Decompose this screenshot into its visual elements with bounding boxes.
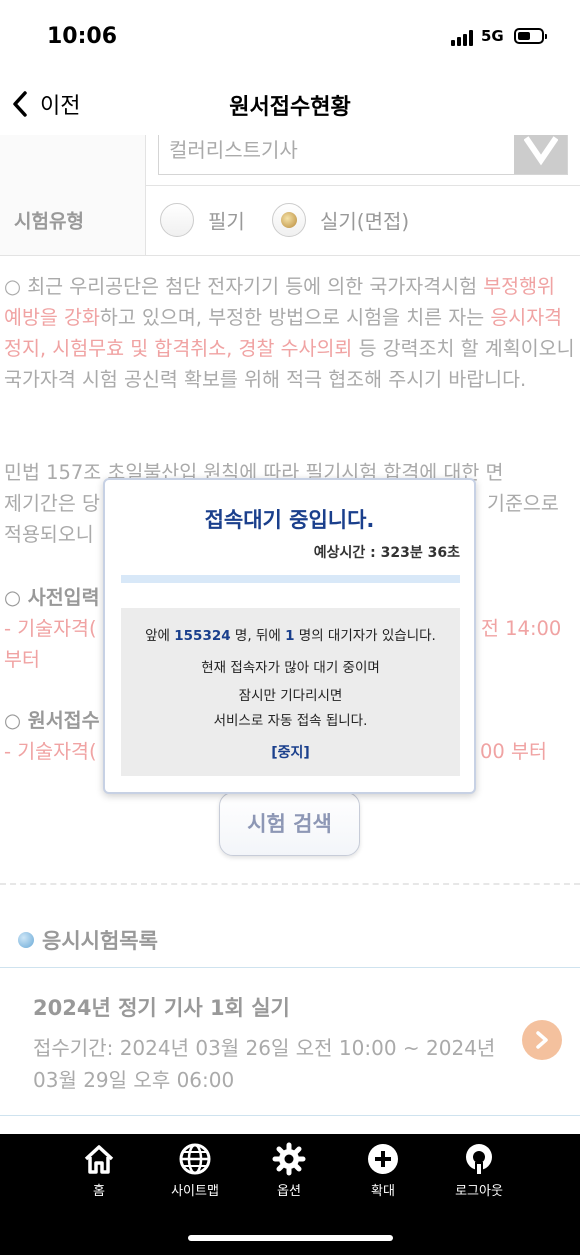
ahead-count: 155324 bbox=[174, 628, 231, 644]
exam-type-label: 시험유형 bbox=[14, 210, 84, 233]
tab-logout-label: 로그아웃 bbox=[455, 1184, 503, 1199]
bullet-icon bbox=[18, 932, 34, 948]
queue-text: 명, 뒤에 bbox=[230, 628, 286, 644]
category-label-cell bbox=[0, 135, 146, 185]
exam-search-label: 시험 검색 bbox=[247, 812, 332, 836]
radio-practical[interactable] bbox=[272, 203, 306, 237]
radio-practical-label: 실기(면접) bbox=[320, 209, 410, 234]
logout-icon bbox=[466, 1144, 492, 1174]
network-type: 5G bbox=[481, 27, 504, 45]
exam-list-item[interactable]: 2024년 정기 기사 1회 실기 접수기간: 2024년 03월 26일 오전… bbox=[0, 980, 580, 1115]
exam-list-title: 응시시험목록 bbox=[42, 929, 158, 953]
tab-zoom[interactable]: 확대 bbox=[338, 1142, 428, 1199]
tab-options[interactable]: 옵션 bbox=[244, 1142, 334, 1199]
queue-message-line: 잠시만 기다리시면 bbox=[238, 688, 343, 704]
queue-message-line: 현재 접속자가 많아 대기 중이며 bbox=[201, 660, 380, 676]
preinput-schedule: - 기술자격( bbox=[4, 617, 97, 640]
notice-line: 기준으로 bbox=[487, 492, 559, 515]
page-title: 원서접수현황 bbox=[229, 95, 351, 120]
estimated-time: 예상시간 : 323분 36초 bbox=[313, 545, 460, 561]
list-divider bbox=[0, 967, 580, 968]
exam-type-row: 시험유형 필기 실기(면접) bbox=[0, 185, 580, 256]
exam-item-title: 2024년 정기 기사 1회 실기 bbox=[33, 996, 290, 1020]
tab-logout[interactable]: 로그아웃 bbox=[434, 1142, 524, 1199]
status-bar: 10:06 5G bbox=[0, 0, 580, 75]
queue-text: 명의 대기자가 있습니다. bbox=[294, 628, 436, 644]
queue-wait-dialog: 접속대기 중입니다. 예상시간 : 323분 36초 앞에 155324 명, … bbox=[103, 478, 476, 794]
battery-icon bbox=[514, 28, 547, 44]
globe-icon bbox=[179, 1143, 211, 1175]
signal-icon bbox=[451, 30, 477, 46]
tab-sitemap[interactable]: 사이트맵 bbox=[150, 1142, 240, 1199]
tab-zoom-label: 확대 bbox=[371, 1184, 395, 1199]
exam-item-period: 접수기간: 2024년 03월 26일 오전 10:00 ~ 2024년 03월… bbox=[33, 1036, 496, 1092]
gear-icon bbox=[272, 1142, 306, 1176]
dialog-title: 접속대기 중입니다. bbox=[204, 508, 375, 532]
chevron-down-icon bbox=[524, 136, 558, 166]
section-divider bbox=[0, 883, 580, 885]
application-schedule-time: 00 부터 bbox=[480, 740, 547, 763]
tab-sitemap-label: 사이트맵 bbox=[171, 1184, 219, 1199]
notice-text: ○ 최근 우리공단은 첨단 전자기기 등에 의한 국가자격시험 bbox=[4, 275, 484, 298]
tab-options-label: 옵션 bbox=[277, 1184, 301, 1199]
application-schedule: - 기술자격( bbox=[4, 740, 97, 763]
notice-paragraph-1: ○ 최근 우리공단은 첨단 전자기기 등에 의한 국가자격시험 부정행위 예방을… bbox=[0, 271, 580, 395]
tab-home[interactable]: 홈 bbox=[54, 1142, 144, 1199]
category-row: 컬러리스트기사 bbox=[0, 135, 580, 186]
bottom-tab-bar: 홈 사이트맵 옵션 확대 로그아웃 bbox=[0, 1134, 580, 1255]
list-divider bbox=[0, 1115, 580, 1116]
home-icon bbox=[84, 1145, 114, 1174]
queue-info-box: 앞에 155324 명, 뒤에 1 명의 대기자가 있습니다. 현재 접속자가 … bbox=[121, 608, 460, 776]
category-select[interactable]: 컬러리스트기사 bbox=[158, 135, 568, 175]
notice-line: 제기간은 당 bbox=[4, 492, 100, 515]
queue-message-line: 서비스로 자동 접속 됩니다. bbox=[213, 713, 368, 729]
preinput-schedule-time: 전 14:00 bbox=[481, 617, 562, 640]
category-select-value: 컬러리스트기사 bbox=[169, 138, 298, 162]
stop-button[interactable]: [중지] bbox=[121, 742, 460, 762]
tab-home-label: 홈 bbox=[93, 1184, 105, 1199]
exam-list-header: 응시시험목록 bbox=[18, 925, 158, 955]
queue-progress-bar bbox=[121, 575, 460, 583]
plus-circle-icon bbox=[368, 1144, 398, 1174]
queue-count-text: 앞에 155324 명, 뒤에 1 명의 대기자가 있습니다. bbox=[121, 624, 460, 644]
select-dropdown-button[interactable] bbox=[514, 135, 567, 174]
notice-text: 하고 있으며, 부정한 방법으로 시험을 치른 자는 bbox=[99, 306, 491, 329]
status-time: 10:06 bbox=[47, 24, 118, 49]
radio-written[interactable] bbox=[160, 203, 194, 237]
queue-text: 앞에 bbox=[145, 628, 175, 644]
exam-type-label-cell: 시험유형 bbox=[0, 185, 146, 255]
radio-written-label: 필기 bbox=[208, 209, 245, 234]
chevron-right-icon[interactable] bbox=[522, 1020, 562, 1060]
exam-search-button[interactable]: 시험 검색 bbox=[219, 792, 360, 856]
home-indicator bbox=[188, 1235, 393, 1241]
nav-bar: 이전 원서접수현황 bbox=[0, 75, 580, 135]
